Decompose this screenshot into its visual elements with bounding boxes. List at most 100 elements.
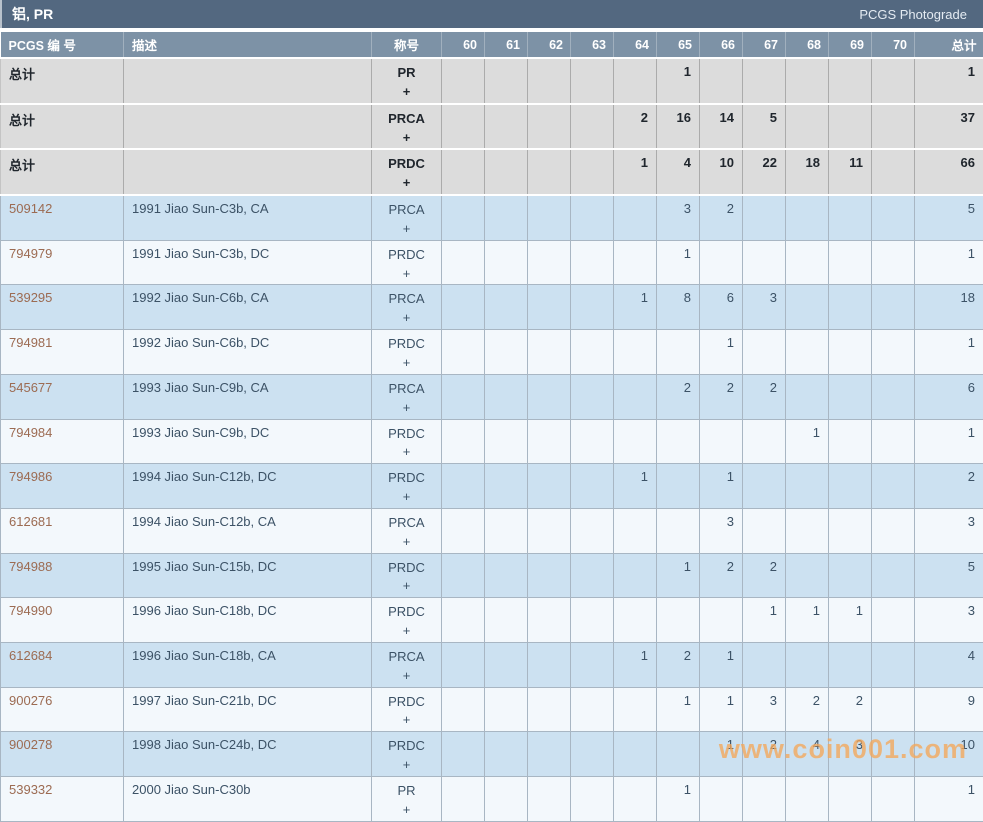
pcgs-number-cell: 794988: [1, 553, 124, 598]
header-grade-60: 60: [442, 32, 485, 58]
pcgs-number-cell: 794990: [1, 598, 124, 643]
grade-68-cell: [786, 195, 829, 240]
total-cell: 1: [915, 330, 983, 375]
pcgs-number-link[interactable]: 539295: [9, 290, 52, 305]
grade-65-cell: [657, 732, 700, 777]
designation-cell: PRCA+: [372, 642, 442, 687]
designation-plus: +: [373, 83, 440, 102]
grade-61-cell: [485, 104, 528, 150]
grade-66-cell: [700, 58, 743, 104]
grade-61-cell: [485, 598, 528, 643]
grade-66-cell: 2: [700, 195, 743, 240]
grade-62-cell: [528, 330, 571, 375]
grade-68-cell: [786, 374, 829, 419]
pcgs-number-link[interactable]: 794986: [9, 469, 52, 484]
description-cell: 1994 Jiao Sun-C12b, DC: [124, 464, 372, 509]
grade-64-cell: [614, 58, 657, 104]
grade-69-cell: [829, 240, 872, 285]
pcgs-number-link[interactable]: 794984: [9, 425, 52, 440]
total-cell: 66: [915, 149, 983, 195]
pcgs-number-link[interactable]: 612681: [9, 514, 52, 529]
grade-62-cell: [528, 195, 571, 240]
header-grade-64: 64: [614, 32, 657, 58]
designation-text: PRDC: [373, 335, 440, 354]
photograde-link[interactable]: PCGS Photograde: [859, 7, 967, 22]
designation-cell: PRCA+: [372, 374, 442, 419]
grade-60-cell: [442, 374, 485, 419]
grade-65-cell: 1: [657, 553, 700, 598]
grade-60-cell: [442, 777, 485, 822]
pcgs-number-link[interactable]: 794988: [9, 559, 52, 574]
pcgs-number-link[interactable]: 545677: [9, 380, 52, 395]
pcgs-number-link[interactable]: 900278: [9, 737, 52, 752]
description-cell: 2000 Jiao Sun-C30b: [124, 777, 372, 822]
pcgs-number-link[interactable]: 539332: [9, 782, 52, 797]
grade-69-cell: [829, 285, 872, 330]
grade-64-cell: 1: [614, 464, 657, 509]
header-grade-68: 68: [786, 32, 829, 58]
grade-60-cell: [442, 687, 485, 732]
grade-70-cell: [872, 419, 915, 464]
designation-text: PR: [373, 64, 440, 83]
grade-67-cell: [743, 508, 786, 553]
designation-cell: PRCA+: [372, 104, 442, 150]
grade-69-cell: [829, 508, 872, 553]
pcgs-number-link[interactable]: 794990: [9, 603, 52, 618]
table-row: 7949791991 Jiao Sun-C3b, DCPRDC+11: [1, 240, 983, 285]
grade-69-cell: [829, 58, 872, 104]
grade-65-cell: [657, 330, 700, 375]
designation-plus: +: [373, 488, 440, 507]
grade-64-cell: 2: [614, 104, 657, 150]
grade-61-cell: [485, 240, 528, 285]
page-title: 铝, PR: [12, 4, 53, 24]
designation-cell: PRDC+: [372, 149, 442, 195]
grade-68-cell: [786, 777, 829, 822]
grade-66-cell: 6: [700, 285, 743, 330]
header-grade-69: 69: [829, 32, 872, 58]
header-grade-62: 62: [528, 32, 571, 58]
grade-62-cell: [528, 777, 571, 822]
pcgs-number-cell: 539295: [1, 285, 124, 330]
pcgs-number-cell: 900278: [1, 732, 124, 777]
designation-cell: PRCA+: [372, 285, 442, 330]
total-row: 总计PRDC+141022181166: [1, 149, 983, 195]
grade-65-cell: 1: [657, 687, 700, 732]
grade-67-cell: 2: [743, 732, 786, 777]
pcgs-number-link[interactable]: 612684: [9, 648, 52, 663]
grade-66-cell: 1: [700, 464, 743, 509]
pcgs-number-cell: 509142: [1, 195, 124, 240]
designation-cell: PRCA+: [372, 508, 442, 553]
table-row: 5393322000 Jiao Sun-C30bPR+11: [1, 777, 983, 822]
grade-69-cell: [829, 374, 872, 419]
grade-67-cell: [743, 464, 786, 509]
population-table: PCGS 编 号 描述 称号 60 61 62 63 64 65 66 67 6…: [0, 32, 983, 822]
total-cell: 1: [915, 777, 983, 822]
grade-60-cell: [442, 104, 485, 150]
grade-68-cell: 1: [786, 419, 829, 464]
grade-67-cell: [743, 195, 786, 240]
designation-cell: PRDC+: [372, 687, 442, 732]
grade-64-cell: [614, 687, 657, 732]
designation-cell: PR+: [372, 777, 442, 822]
table-row: 6126811994 Jiao Sun-C12b, CAPRCA+33: [1, 508, 983, 553]
grade-64-cell: 1: [614, 642, 657, 687]
designation-plus: +: [373, 667, 440, 686]
grade-64-cell: [614, 508, 657, 553]
grade-65-cell: 8: [657, 285, 700, 330]
grade-63-cell: [571, 464, 614, 509]
grade-68-cell: 4: [786, 732, 829, 777]
designation-text: PRCA: [373, 201, 440, 220]
grade-61-cell: [485, 374, 528, 419]
grade-60-cell: [442, 598, 485, 643]
pcgs-number-link[interactable]: 509142: [9, 201, 52, 216]
grade-64-cell: [614, 330, 657, 375]
pcgs-number-link[interactable]: 794979: [9, 246, 52, 261]
designation-plus: +: [373, 577, 440, 596]
grade-70-cell: [872, 508, 915, 553]
total-cell: 9: [915, 687, 983, 732]
pcgs-number-link[interactable]: 794981: [9, 335, 52, 350]
designation-cell: PRDC+: [372, 598, 442, 643]
grade-64-cell: [614, 553, 657, 598]
pcgs-number-link[interactable]: 900276: [9, 693, 52, 708]
total-cell: 1: [915, 58, 983, 104]
